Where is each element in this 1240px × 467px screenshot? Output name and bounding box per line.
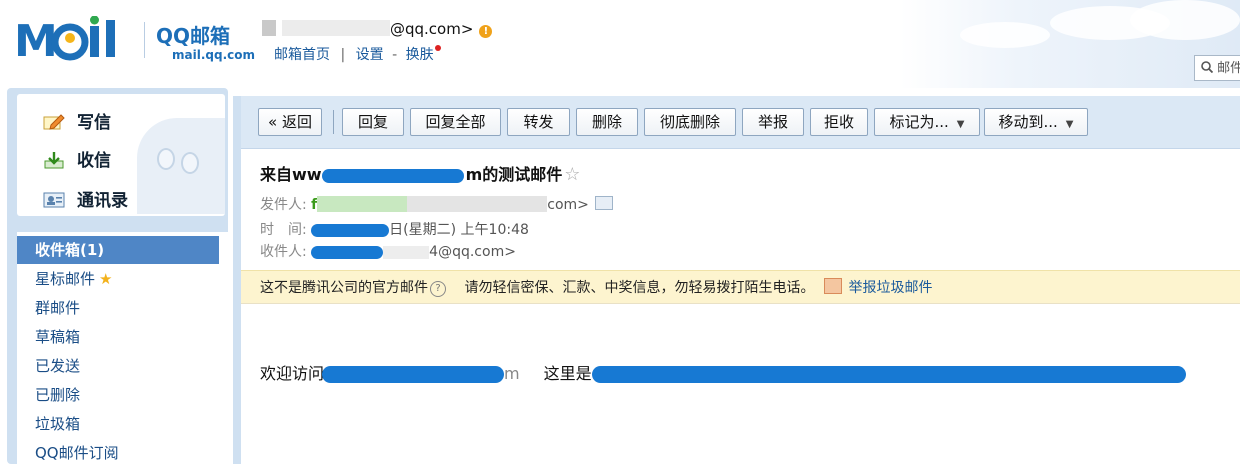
link-separator: | <box>340 47 346 63</box>
search-input[interactable]: 邮件 <box>1194 55 1240 81</box>
report-spam-icon <box>824 278 843 294</box>
folder-subscriptions[interactable]: QQ邮件订阅 <box>17 439 218 467</box>
check-mail-button[interactable]: 收信 <box>43 146 111 171</box>
from-row: 发件人: f com> <box>260 194 613 214</box>
logo-product-name: QQ邮箱 <box>156 24 231 48</box>
time-value: 日(星期二) 上午10:48 <box>389 222 529 238</box>
folder-deleted[interactable]: 已删除 <box>17 381 218 409</box>
from-label: 发件人: <box>260 197 307 213</box>
logo-domain: mail.qq.com <box>172 48 255 62</box>
subject-prefix: 来自ww <box>260 165 322 184</box>
back-button[interactable]: « 返回 <box>258 108 322 136</box>
compose-label: 写信 <box>77 113 111 133</box>
mark-as-label: 标记为... <box>889 113 949 131</box>
check-mail-label: 收信 <box>77 151 111 171</box>
star-outline-icon[interactable]: ☆ <box>564 164 580 185</box>
svg-text:M: M <box>14 16 57 64</box>
email-suffix: @qq.com> <box>390 20 474 38</box>
delete-forever-button[interactable]: 彻底删除 <box>644 108 736 136</box>
message-subject: 来自ww m的测试邮件 ☆ <box>260 161 580 185</box>
reject-button[interactable]: 拒收 <box>810 108 868 136</box>
to-label: 收件人: <box>260 244 307 260</box>
change-skin-link[interactable]: 换肤 <box>406 47 434 63</box>
toolbar-separator <box>333 110 334 134</box>
time-row: 时 间: 日(星期二) 上午10:48 <box>260 219 529 239</box>
mark-as-dropdown[interactable]: 标记为... ▼ <box>874 108 980 136</box>
redacted-email-prefix <box>282 20 390 36</box>
folder-sent[interactable]: 已发送 <box>17 352 218 380</box>
reply-all-button[interactable]: 回复全部 <box>410 108 501 136</box>
chevron-down-icon: ▼ <box>1065 119 1074 130</box>
account-email: @qq.com>! <box>262 20 493 38</box>
delete-button[interactable]: 删除 <box>576 108 638 136</box>
qq-mail-logo[interactable]: M QQ邮箱 mail.qq.com <box>14 15 259 67</box>
link-dash: - <box>392 47 398 63</box>
warning-icon[interactable]: ! <box>479 25 493 38</box>
settings-link[interactable]: 设置 <box>356 47 384 63</box>
folder-inbox[interactable]: 收件箱(1) <box>17 236 219 264</box>
subject-mid: m <box>465 165 483 184</box>
top-header: M QQ邮箱 mail.qq.com @qq.com>! 邮箱首页 | 设置 -… <box>0 0 1240 88</box>
message-header: 来自ww m的测试邮件 ☆ 发件人: f com> 时 间: 日(星期二) 上午10:… <box>241 149 1240 260</box>
quick-actions-panel: 写信 收信 通讯录 <box>17 94 225 216</box>
contacts-label: 通讯录 <box>77 191 128 211</box>
contacts-button[interactable]: 通讯录 <box>43 186 128 211</box>
help-icon[interactable]: ? <box>430 281 446 297</box>
redaction-bar <box>591 366 1186 383</box>
report-spam-link[interactable]: 举报垃圾邮件 <box>848 280 932 296</box>
folder-starred[interactable]: 星标邮件 ★ <box>17 265 218 293</box>
mail-home-link[interactable]: 邮箱首页 <box>274 47 330 63</box>
search-icon <box>1201 61 1217 76</box>
header-links: 邮箱首页 | 设置 - 换肤 <box>274 44 441 64</box>
subject-suffix: 的测试邮件 <box>482 165 563 184</box>
redaction-bar <box>321 168 464 183</box>
folder-list: 收件箱(1) 星标邮件 ★ 群邮件 草稿箱 已发送 已删除 垃圾箱 QQ邮件订阅 <box>17 232 228 464</box>
time-label: 时 间: <box>260 222 307 238</box>
chevron-down-icon: ▼ <box>956 119 965 130</box>
security-warning-text: 请勿轻信密保、汇款、中奖信息，勿轻易拨打陌生电话。 <box>464 280 815 296</box>
message-body: 欢迎访问 m 这里是 <box>260 360 1186 384</box>
search-placeholder: 邮件 <box>1217 61 1240 76</box>
logo-divider <box>144 22 145 58</box>
new-dot-icon <box>434 45 441 51</box>
body-welcome: 欢迎访问 <box>260 364 325 383</box>
logo-mail-word: M <box>14 15 140 75</box>
folder-drafts[interactable]: 草稿箱 <box>17 323 218 351</box>
folder-group-mail[interactable]: 群邮件 <box>17 294 218 322</box>
folder-spam[interactable]: 垃圾箱 <box>17 410 218 438</box>
contacts-icon <box>43 191 65 209</box>
body-here-is: 这里是 <box>543 364 592 383</box>
star-icon: ★ <box>99 270 113 288</box>
folder-starred-label: 星标邮件 <box>35 270 96 288</box>
penguin-watermark <box>137 118 225 214</box>
to-value: 4@qq.com> <box>429 244 516 260</box>
forward-button[interactable]: 转发 <box>507 108 570 136</box>
to-row: 收件人: 4@qq.com> <box>260 241 516 261</box>
redaction-bar <box>322 366 505 383</box>
header-sky-background <box>900 0 1240 88</box>
compose-icon <box>43 113 65 131</box>
redaction-bar <box>311 245 384 259</box>
redacted-sender-name <box>317 196 408 212</box>
mail-read-pane: « 返回 回复 回复全部 转发 删除 彻底删除 举报 拒收 标记为... ▼ 移动… <box>233 96 1240 464</box>
reply-button[interactable]: 回复 <box>342 108 404 136</box>
redaction-bar <box>311 223 390 237</box>
compose-button[interactable]: 写信 <box>43 108 111 133</box>
official-notice-text: 这不是腾讯公司的官方邮件 <box>260 280 428 296</box>
move-to-dropdown[interactable]: 移动到... ▼ <box>984 108 1088 136</box>
from-email-end: com> <box>547 197 589 213</box>
body-fragment: m <box>504 364 520 383</box>
contact-card-icon[interactable] <box>594 196 613 210</box>
move-to-label: 移动到... <box>998 113 1058 131</box>
report-button[interactable]: 举报 <box>742 108 804 136</box>
avatar-placeholder <box>262 20 276 36</box>
inbox-download-icon <box>43 151 65 169</box>
security-notice-bar: 这不是腾讯公司的官方邮件? 请勿轻信密保、汇款、中奖信息，勿轻易拨打陌生电话。 举… <box>241 270 1240 304</box>
mail-toolbar: « 返回 回复 回复全部 转发 删除 彻底删除 举报 拒收 标记为... ▼ 移动… <box>241 96 1240 149</box>
left-sidebar: 写信 收信 通讯录 收件箱(1) 星标邮件 ★ 群邮件 草稿箱 已发送 已删除 垃… <box>7 88 228 464</box>
redacted-sender-email <box>407 196 548 212</box>
